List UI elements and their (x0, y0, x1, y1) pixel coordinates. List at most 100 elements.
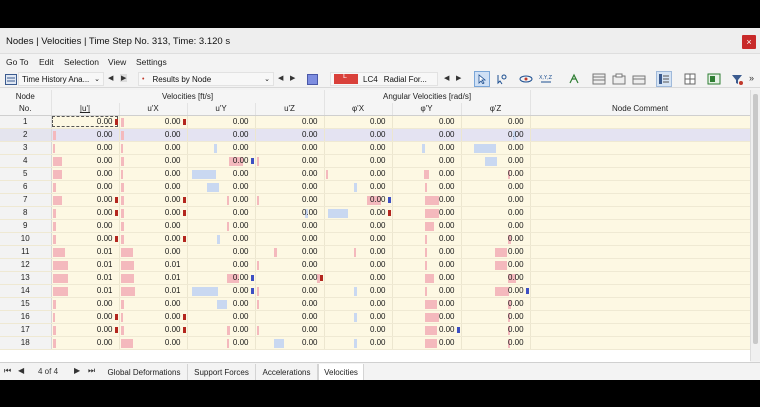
value-cell[interactable]: 0.00 (461, 115, 531, 129)
value-cell[interactable]: 0.00 (187, 206, 256, 220)
value-cell[interactable]: 0.00 (324, 310, 393, 324)
node-comment-cell[interactable] (530, 219, 750, 233)
table-row[interactable]: 10 0.00 0.00 0.00 0.00 0.00 0.00 0.00 (0, 232, 750, 246)
value-cell[interactable]: 0.00 (324, 167, 393, 181)
value-cell[interactable]: 0.00 (51, 310, 120, 324)
value-cell[interactable]: 0.00 (392, 219, 462, 233)
table-row[interactable]: 15 0.00 0.00 0.00 0.00 0.00 0.00 0.00 (0, 297, 750, 311)
value-cell[interactable]: 0.00 (51, 336, 120, 350)
node-number-cell[interactable]: 16 (0, 310, 52, 324)
export-excel-icon[interactable] (706, 71, 722, 87)
value-cell[interactable]: 0.00 (119, 141, 188, 155)
filter-icon[interactable] (729, 71, 745, 87)
value-cell[interactable]: 0.00 (461, 206, 531, 220)
next-result-arrow-icon[interactable]: ▶ (290, 74, 295, 82)
tab-global-deformations[interactable]: Global Deformations (101, 364, 188, 380)
value-cell[interactable]: 0.00 (461, 336, 531, 350)
value-cell[interactable]: 0.00 (324, 154, 393, 168)
table-view-2-icon[interactable] (611, 71, 627, 87)
value-cell[interactable]: 0.00 (255, 115, 325, 129)
value-cell[interactable]: 0.00 (51, 154, 120, 168)
node-number-cell[interactable]: 13 (0, 271, 52, 285)
table-view-1-icon[interactable] (591, 71, 607, 87)
value-cell[interactable]: 0.00 (392, 128, 462, 142)
value-cell[interactable]: 0.00 (51, 219, 120, 233)
value-cell[interactable]: 0.00 (324, 206, 393, 220)
value-cell[interactable]: 0.00 (255, 206, 325, 220)
node-number-cell[interactable]: 10 (0, 232, 52, 246)
table-row[interactable]: 9 0.00 0.00 0.00 0.00 0.00 0.00 0.00 (0, 219, 750, 233)
value-cell[interactable]: 0.00 (461, 232, 531, 246)
node-comment-cell[interactable] (530, 167, 750, 181)
value-cell[interactable]: 0.00 (461, 219, 531, 233)
node-number-cell[interactable]: 6 (0, 180, 52, 194)
menu-settings[interactable]: Settings (136, 57, 167, 67)
value-cell[interactable]: 0.00 (51, 193, 120, 207)
node-number-cell[interactable]: 12 (0, 258, 52, 272)
value-cell[interactable]: 0.00 (324, 180, 393, 194)
table-row[interactable]: 1 0.00 0.00 0.00 0.00 0.00 0.00 0.00 (0, 115, 750, 129)
node-comment-cell[interactable] (530, 154, 750, 168)
scrollbar-thumb[interactable] (753, 94, 758, 344)
value-cell[interactable]: 0.00 (51, 232, 120, 246)
value-cell[interactable]: 0.00 (461, 310, 531, 324)
value-cell[interactable]: 0.00 (392, 284, 462, 298)
value-cell[interactable]: 0.00 (324, 258, 393, 272)
value-cell[interactable]: 0.00 (392, 154, 462, 168)
col-header-phiz[interactable]: φ'Z (461, 103, 531, 116)
value-cell[interactable]: 0.00 (461, 245, 531, 259)
value-cell[interactable]: 0.00 (255, 310, 325, 324)
value-cell[interactable]: 0.00 (461, 154, 531, 168)
more-tools-icon[interactable]: » (749, 73, 754, 83)
node-comment-cell[interactable] (530, 128, 750, 142)
first-page-icon[interactable]: ⏮ (4, 366, 11, 376)
table-row[interactable]: 5 0.00 0.00 0.00 0.00 0.00 0.00 0.00 (0, 167, 750, 181)
value-cell[interactable]: 0.00 (392, 258, 462, 272)
value-cell[interactable]: 0.00 (392, 323, 462, 337)
select-cursor-icon[interactable] (474, 71, 490, 87)
value-cell[interactable]: 0.00 (187, 336, 256, 350)
value-cell[interactable]: 0.00 (187, 141, 256, 155)
value-cell[interactable]: 0.00 (187, 271, 256, 285)
value-cell[interactable]: 0.00 (51, 115, 120, 129)
table-row[interactable]: 18 0.00 0.00 0.00 0.00 0.00 0.00 0.00 (0, 336, 750, 350)
col-header-u-abs[interactable]: |u'| (51, 103, 120, 116)
value-cell[interactable]: 0.01 (51, 245, 120, 259)
value-cell[interactable]: 0.00 (255, 245, 325, 259)
value-cell[interactable]: 0.01 (51, 271, 120, 285)
node-comment-cell[interactable] (530, 232, 750, 246)
color-scale-icon[interactable] (304, 71, 320, 87)
node-number-cell[interactable]: 14 (0, 284, 52, 298)
close-button[interactable]: × (742, 35, 756, 49)
value-cell[interactable]: 0.00 (392, 180, 462, 194)
node-comment-cell[interactable] (530, 297, 750, 311)
value-cell[interactable]: 0.00 (461, 180, 531, 194)
value-cell[interactable]: 0.00 (255, 167, 325, 181)
table-row[interactable]: 12 0.01 0.01 0.00 0.00 0.00 0.00 0.00 (0, 258, 750, 272)
col-header-uy[interactable]: u'Y (187, 103, 256, 116)
structure-filter-icon[interactable] (566, 71, 582, 87)
value-cell[interactable]: 0.01 (119, 258, 188, 272)
value-cell[interactable]: 0.00 (392, 245, 462, 259)
value-cell[interactable]: 0.00 (51, 323, 120, 337)
node-number-cell[interactable]: 9 (0, 219, 52, 233)
value-cell[interactable]: 0.00 (119, 167, 188, 181)
node-comment-cell[interactable] (530, 310, 750, 324)
value-cell[interactable]: 0.00 (324, 193, 393, 207)
results-by-dropdown[interactable]: • Results by Node ⌄ (138, 72, 274, 86)
value-cell[interactable]: 0.00 (255, 232, 325, 246)
value-cell[interactable]: 0.00 (187, 232, 256, 246)
value-cell[interactable]: 0.00 (461, 258, 531, 272)
value-cell[interactable]: 0.00 (255, 219, 325, 233)
value-cell[interactable]: 0.00 (255, 258, 325, 272)
tab-support-forces[interactable]: Support Forces (188, 364, 256, 380)
node-comment-cell[interactable] (530, 271, 750, 285)
node-number-cell[interactable]: 7 (0, 193, 52, 207)
pick-node-icon[interactable] (493, 71, 509, 87)
node-number-cell[interactable]: 17 (0, 323, 52, 337)
next-load-case-arrow-icon[interactable]: ▶ (456, 74, 461, 82)
node-comment-cell[interactable] (530, 115, 750, 129)
prev-analysis-arrow-icon[interactable]: ◀ (108, 74, 113, 82)
node-number-cell[interactable]: 1 (0, 115, 52, 129)
value-cell[interactable]: 0.00 (255, 180, 325, 194)
